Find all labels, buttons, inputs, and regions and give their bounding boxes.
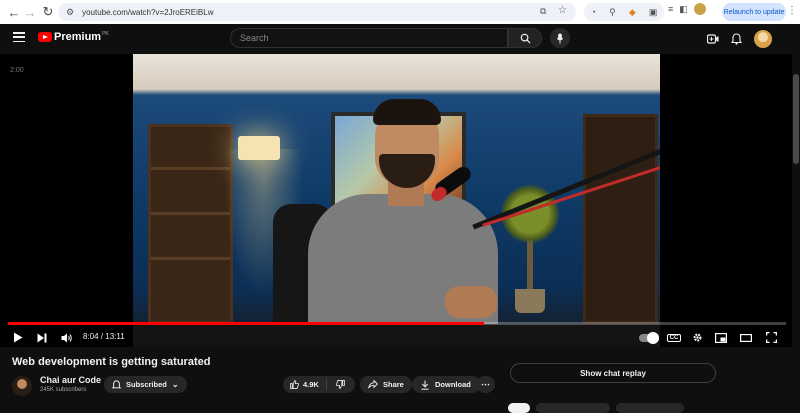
like-count: 4.9K — [303, 380, 319, 389]
like-button[interactable]: 4.9K — [283, 379, 327, 390]
browser-menu-icon[interactable]: ⋮ — [787, 5, 797, 16]
media-controls-icon[interactable]: ≡ — [668, 4, 673, 14]
progress-fill — [8, 322, 485, 325]
volume-icon — [61, 333, 72, 342]
play-icon — [14, 332, 23, 343]
speed-icon[interactable]: ◔ — [591, 7, 596, 17]
menu-icon[interactable] — [13, 32, 25, 42]
youtube-play-logo-icon — [38, 32, 52, 42]
wall-lamp — [238, 136, 280, 160]
thumbs-down-icon — [336, 380, 345, 389]
forward-icon[interactable]: → — [20, 2, 40, 22]
chevron-down-icon: ⌄ — [171, 380, 179, 389]
relaunch-button[interactable]: Relaunch to update — [722, 3, 786, 21]
more-horizontal-icon: ⋯ — [481, 379, 490, 389]
subscribed-button[interactable]: Subscribed ⌄ — [104, 376, 187, 393]
gear-icon — [693, 333, 701, 342]
fox-extension-icon[interactable]: ◆ — [629, 7, 636, 18]
more-actions-button[interactable]: ⋯ — [476, 376, 495, 393]
share-label: Share — [383, 380, 404, 389]
side-timestamp: 2:00 — [10, 67, 24, 74]
chip[interactable] — [536, 403, 610, 413]
search-lens-icon[interactable]: ⚲ — [609, 7, 616, 18]
video-player[interactable]: 2:00 8:04 / 13:11 CC — [0, 54, 800, 347]
reload-icon[interactable]: ↻ — [38, 2, 58, 22]
chip[interactable] — [616, 403, 684, 413]
channel-avatar[interactable] — [12, 376, 32, 396]
logo-text: Premium — [54, 31, 102, 43]
volume-button[interactable] — [60, 328, 74, 347]
account-avatar[interactable] — [754, 30, 772, 48]
create-video-icon[interactable] — [707, 34, 719, 44]
miniplayer-button[interactable] — [714, 328, 728, 347]
search-icon — [520, 33, 531, 44]
thumbs-up-icon — [290, 380, 299, 389]
presenter-hands — [445, 286, 497, 318]
scrollbar-thumb[interactable] — [793, 74, 799, 164]
video-title: Web development is getting saturated — [12, 356, 211, 368]
side-panel-icon[interactable]: ◧ — [679, 4, 688, 15]
like-dislike-group: 4.9K — [283, 376, 355, 393]
bookshelf-left — [148, 124, 233, 324]
channel-name[interactable]: Chai aur Code — [40, 375, 101, 385]
subscriber-count: 245K subscribers — [40, 387, 87, 393]
notifications-bell-icon[interactable] — [731, 33, 742, 45]
autoplay-toggle[interactable] — [638, 328, 659, 347]
extensions-group: ◔ ⚲ ◆ ▣ — [584, 3, 664, 21]
share-arrow-icon — [368, 380, 378, 389]
dislike-button[interactable] — [327, 380, 354, 389]
fullscreen-button[interactable] — [764, 328, 778, 347]
settings-button[interactable] — [690, 328, 704, 347]
next-button[interactable] — [36, 328, 48, 347]
play-button[interactable] — [12, 328, 24, 347]
youtube-logo[interactable]: Premium PK — [38, 31, 109, 43]
puzzle-extension-icon[interactable]: ▣ — [649, 7, 658, 18]
chip[interactable] — [508, 403, 530, 413]
open-in-app-icon[interactable]: ⧉ — [540, 6, 546, 17]
video-details: Web development is getting saturated Cha… — [0, 347, 800, 413]
captions-icon: CC — [666, 333, 682, 342]
theater-mode-button[interactable] — [739, 328, 753, 347]
address-bar[interactable]: ⚙ youtube.com/watch?v=2JroEREiBLw — [58, 3, 576, 21]
captions-button[interactable]: CC — [666, 328, 682, 347]
progress-bar[interactable] — [8, 322, 786, 325]
logo-region: PK — [102, 31, 109, 37]
browser-toolbar: ← → ↻ ⚙ youtube.com/watch?v=2JroEREiBLw … — [0, 0, 800, 24]
chip-scroll-arrow[interactable] — [690, 403, 700, 413]
theater-mode-icon — [740, 333, 752, 342]
url-text: youtube.com/watch?v=2JroEREiBLw — [82, 7, 214, 17]
fullscreen-icon — [765, 332, 777, 343]
show-chat-replay-button[interactable]: Show chat replay — [510, 363, 716, 383]
download-label: Download — [435, 380, 471, 389]
youtube-header: Premium PK Search — [0, 24, 800, 54]
site-settings-icon[interactable]: ⚙ — [66, 7, 74, 18]
search-placeholder: Search — [240, 33, 269, 43]
player-controls: 8:04 / 13:11 CC — [0, 328, 800, 347]
skip-next-icon — [37, 333, 47, 342]
download-icon — [421, 380, 429, 390]
video-frame[interactable] — [133, 54, 660, 347]
subscribed-label: Subscribed — [126, 380, 167, 389]
voice-search-button[interactable] — [550, 28, 570, 48]
miniplayer-icon — [715, 332, 727, 343]
autoplay-switch-icon — [639, 331, 659, 344]
search-input[interactable]: Search — [230, 28, 508, 48]
profile-avatar[interactable] — [693, 3, 706, 15]
share-button[interactable]: Share — [360, 376, 412, 393]
microphone-icon — [556, 32, 564, 44]
download-button[interactable]: Download — [412, 376, 480, 393]
time-display: 8:04 / 13:11 — [83, 332, 125, 341]
search-button[interactable] — [508, 28, 542, 48]
chat-replay-label: Show chat replay — [580, 368, 646, 378]
bell-icon — [112, 379, 121, 388]
plant-pot — [515, 289, 545, 313]
presenter-hair — [373, 99, 441, 125]
page-scrollbar[interactable] — [792, 54, 800, 409]
bookshelf-right — [583, 114, 658, 324]
bookmark-star-icon[interactable]: ☆ — [558, 5, 567, 16]
letterbox-right — [660, 54, 800, 347]
recommendation-chips — [508, 403, 700, 413]
